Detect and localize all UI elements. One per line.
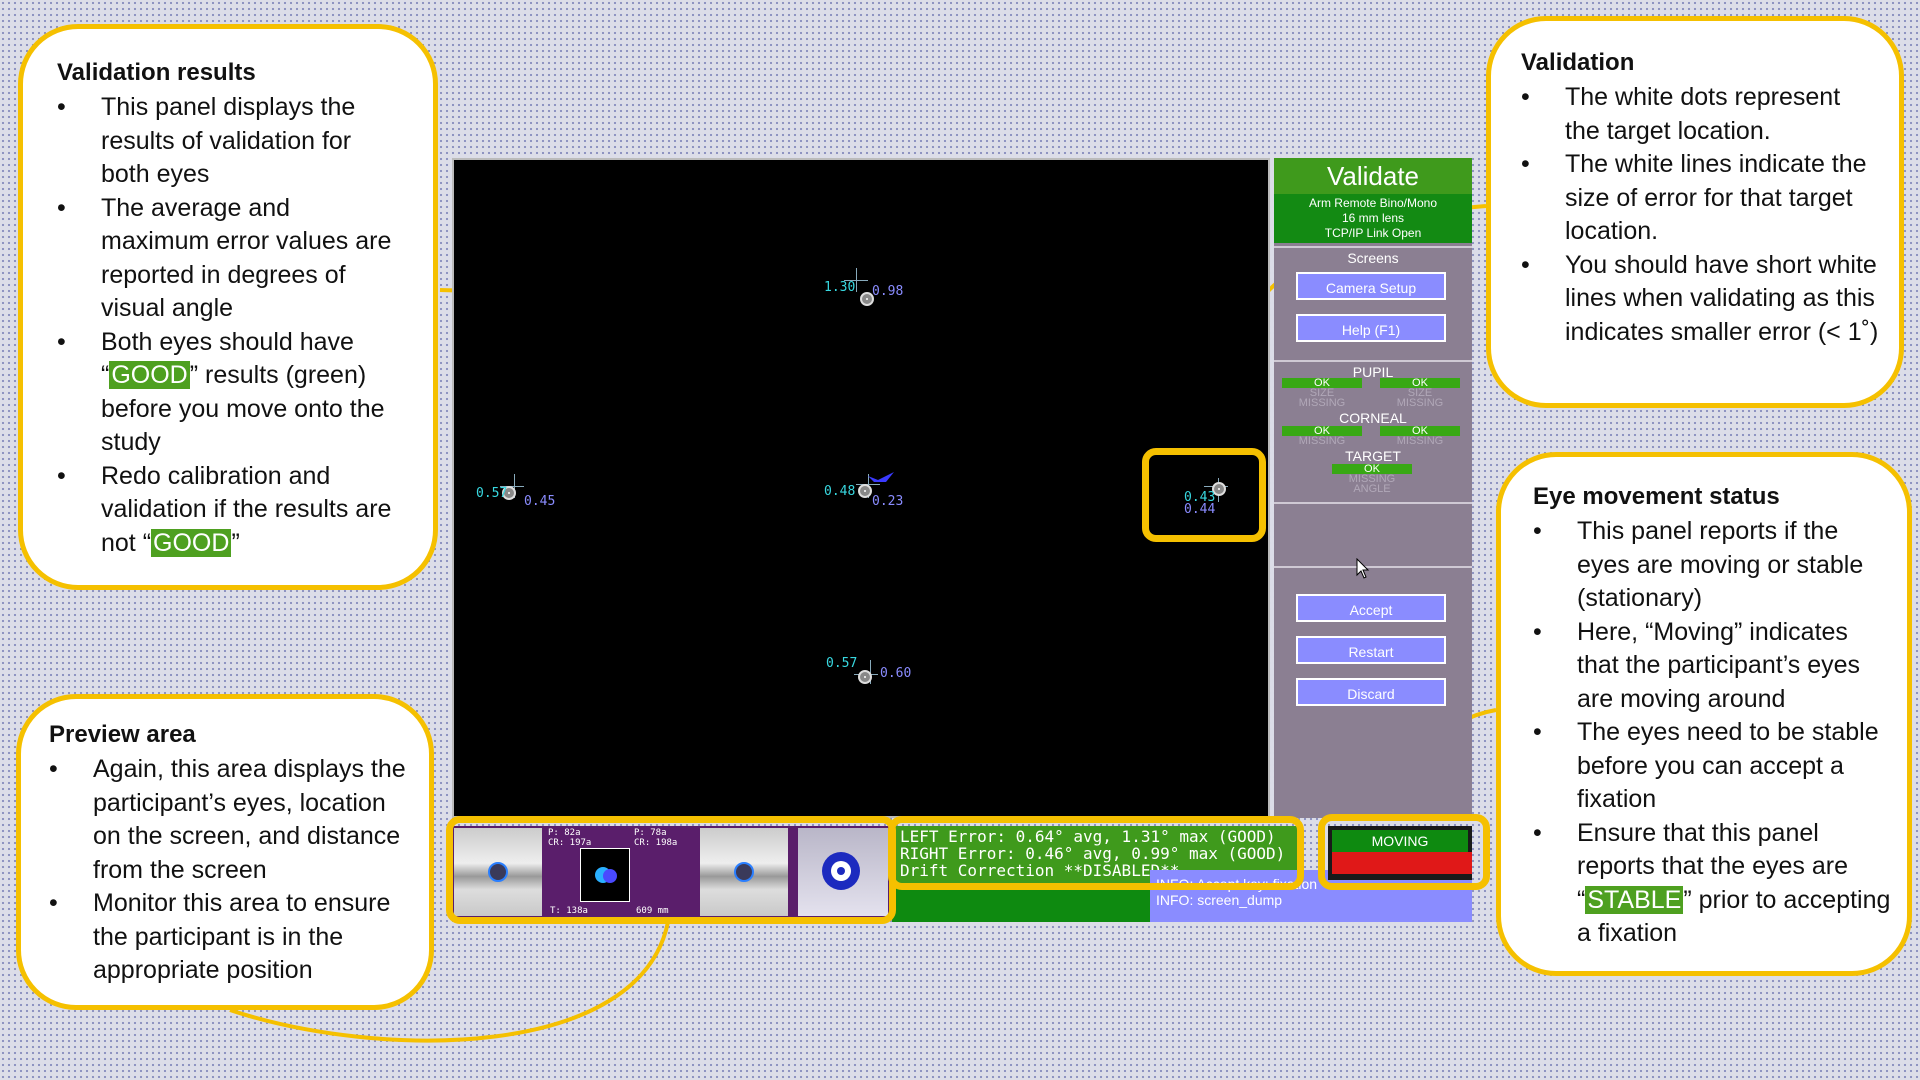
gaze-blob [868,472,894,482]
callout-item: Monitor this area to ensure the particip… [49,887,409,988]
callout-item: The white lines indicate the size of err… [1521,148,1879,249]
callout-item: You should have short white lines when v… [1521,249,1879,350]
right-error-label: 0.23 [872,494,904,509]
target-dot [858,670,872,684]
info-line: INFO: screen_dump [1156,892,1283,908]
right-error-label: 0.45 [524,494,556,509]
target-dot [858,484,872,498]
highlight-results [888,816,1304,890]
control-panel: Validate Arm Remote Bino/Mono 16 mm lens… [1274,158,1472,818]
callout-item: Again, this area displays the participan… [49,753,409,887]
pupil-status-left: OK SIZE MISSING [1282,378,1362,409]
highlight-preview [446,816,896,924]
callout-title: Validation results [57,59,256,86]
right-error-label: 0.98 [872,284,904,299]
corneal-label: CORNEAL [1339,410,1407,426]
callout-item: Ensure that this panel reports that the … [1533,817,1891,951]
stable-highlight: STABLE [1585,885,1684,914]
target-label: TARGET [1345,448,1401,464]
restart-button[interactable]: Restart [1296,636,1446,664]
callout-item: The average and maximum error values are… [57,192,405,326]
highlight-status [1318,814,1490,890]
screens-label: Screens [1347,250,1399,266]
callout-item: Both eyes should have “GOOD” results (gr… [57,326,405,460]
callout-title: Eye movement status [1533,483,1780,510]
corneal-status-right: OK MISSING [1380,426,1460,447]
callout-item: The white dots represent the target loca… [1521,81,1879,148]
camera-info: Arm Remote Bino/Mono 16 mm lens TCP/IP L… [1274,194,1472,243]
callout-item: This panel displays the results of valid… [57,91,405,192]
camera-setup-button[interactable]: Camera Setup [1296,272,1446,300]
accept-button[interactable]: Accept [1296,594,1446,622]
mouse-cursor-icon [1356,558,1370,579]
callout-item: Redo calibration and validation if the r… [57,460,405,561]
help-button[interactable]: Help (F1) [1296,314,1446,342]
target-status: OK MISSING ANGLE [1332,464,1412,495]
link-status: TCP/IP Link Open [1324,226,1422,240]
eye-movement-callout: Eye movement status This panel reports i… [1496,452,1912,976]
callout-title: Validation [1521,49,1635,76]
preview-area-callout: Preview area Again, this area displays t… [16,694,434,1010]
mount-label: Arm Remote Bino/Mono [1308,196,1438,210]
corneal-status-left: OK MISSING [1282,426,1362,447]
callout-item: The eyes need to be stable before you ca… [1533,716,1891,817]
pupil-status-right: OK SIZE MISSING [1380,378,1460,409]
validation-results-callout: Validation results This panel displays t… [18,24,438,590]
discard-button[interactable]: Discard [1296,678,1446,706]
callout-item: Here, “Moving” indicates that the partic… [1533,616,1891,717]
highlight-target [1142,448,1266,542]
good-highlight: GOOD [109,361,190,389]
good-highlight: GOOD [151,528,232,557]
left-error-label: 0.48 [824,484,856,499]
validation-callout: Validation The white dots represent the … [1486,16,1904,408]
callout-item: This panel reports if the eyes are movin… [1533,515,1891,616]
status-bar [892,886,1150,922]
left-error-label: 0.57 [826,656,858,671]
callout-title: Preview area [49,721,196,748]
left-error-label: 1.30 [824,280,856,295]
panel-title: Validate [1274,158,1472,194]
left-error-label: 0.57 [476,486,508,501]
right-error-label: 0.60 [880,666,912,681]
lens-label: 16 mm lens [1341,211,1405,225]
